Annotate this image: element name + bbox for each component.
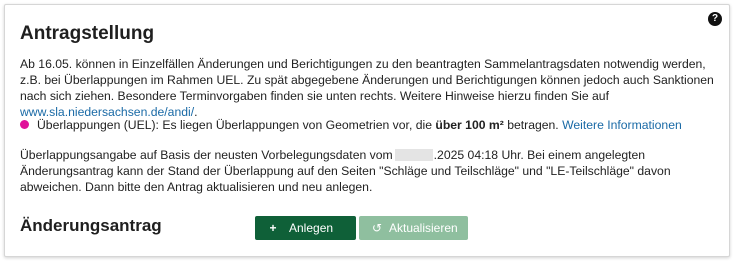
change-request-heading: Änderungsantrag	[20, 216, 162, 235]
overlap-notice: Überlappungen (UEL): Es liegen Überlappu…	[20, 117, 720, 133]
add-button[interactable]: + Anlegen	[255, 216, 356, 240]
panel-title: Antragstellung	[20, 23, 155, 44]
overlap-text-after: betragen.	[507, 118, 559, 132]
add-button-label: Anlegen	[289, 221, 334, 235]
redacted-date	[394, 148, 433, 161]
more-info-link[interactable]: Weitere Informationen	[562, 118, 682, 132]
intro-paragraph: Ab 16.05. können in Einzelfällen Änderun…	[20, 56, 720, 120]
basis-text-before: Überlappungsangabe auf Basis der neusten…	[20, 148, 393, 162]
refresh-icon: ↺	[371, 221, 383, 235]
overlap-text-before: Überlappungen (UEL): Es liegen Überlappu…	[37, 118, 432, 132]
question-circle-icon[interactable]: ?	[708, 12, 722, 26]
plus-icon: +	[269, 221, 277, 235]
refresh-button-label: Aktualisieren	[389, 221, 458, 235]
status-bullet-icon	[20, 120, 29, 130]
refresh-button[interactable]: ↺ Aktualisieren	[359, 216, 468, 240]
intro-text: Ab 16.05. können in Einzelfällen Änderun…	[20, 57, 714, 103]
basis-paragraph: Überlappungsangabe auf Basis der neusten…	[20, 147, 720, 195]
application-panel: ? Antragstellung Ab 16.05. können in Ein…	[4, 4, 730, 257]
overlap-threshold: über 100 m²	[435, 118, 504, 132]
